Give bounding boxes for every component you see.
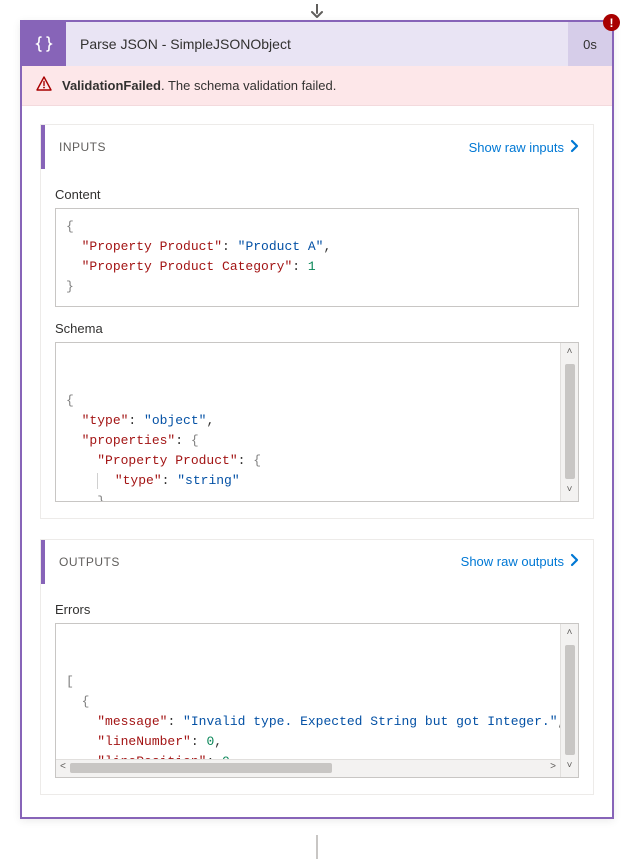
schema-label: Schema xyxy=(55,321,579,336)
error-text: ValidationFailed. The schema validation … xyxy=(62,78,336,93)
errors-scrollbar-h[interactable]: ˂ ˃ xyxy=(56,759,560,777)
scroll-thumb[interactable] xyxy=(565,364,575,479)
schema-code-box[interactable]: { "type": "object", "properties": { "Pro… xyxy=(55,342,579,502)
schema-scrollbar[interactable]: ˄ ˅ xyxy=(560,343,578,501)
parse-json-icon xyxy=(22,22,66,66)
scroll-up-icon[interactable]: ˄ xyxy=(566,343,572,363)
show-raw-outputs-link[interactable]: Show raw outputs xyxy=(461,553,579,570)
content-code-box[interactable]: { "Property Product": "Product A", "Prop… xyxy=(55,208,579,307)
errors-label: Errors xyxy=(55,602,579,617)
scroll-left-icon[interactable]: ˂ xyxy=(56,760,70,776)
scroll-thumb[interactable] xyxy=(565,645,575,755)
errors-scrollbar-v[interactable]: ˄ ˅ xyxy=(560,624,578,777)
card-title: Parse JSON - SimpleJSONObject xyxy=(66,22,568,66)
warning-icon xyxy=(36,76,52,95)
connector-line-bottom xyxy=(0,829,634,859)
chevron-right-icon xyxy=(570,139,579,156)
outputs-section: OUTPUTS Show raw outputs Errors [ { "mes… xyxy=(40,539,594,795)
action-card: ! Parse JSON - SimpleJSONObject 0s Valid… xyxy=(20,20,614,819)
card-header[interactable]: Parse JSON - SimpleJSONObject 0s xyxy=(22,22,612,66)
validation-error-banner: ValidationFailed. The schema validation … xyxy=(22,66,612,106)
show-raw-inputs-link[interactable]: Show raw inputs xyxy=(469,139,579,156)
scroll-thumb-h[interactable] xyxy=(70,763,332,773)
chevron-right-icon xyxy=(570,553,579,570)
content-label: Content xyxy=(55,187,579,202)
scroll-up-icon[interactable]: ˄ xyxy=(566,624,572,644)
connector-arrow-top xyxy=(0,0,634,20)
errors-code-box[interactable]: [ { "message": "Invalid type. Expected S… xyxy=(55,623,579,778)
scroll-right-icon[interactable]: ˃ xyxy=(546,760,560,776)
scroll-down-icon[interactable]: ˅ xyxy=(566,757,572,777)
inputs-section: INPUTS Show raw inputs Content { "Proper… xyxy=(40,124,594,519)
scroll-down-icon[interactable]: ˅ xyxy=(566,481,572,501)
outputs-label: OUTPUTS xyxy=(59,555,461,569)
error-badge: ! xyxy=(603,14,620,31)
inputs-label: INPUTS xyxy=(59,140,469,154)
